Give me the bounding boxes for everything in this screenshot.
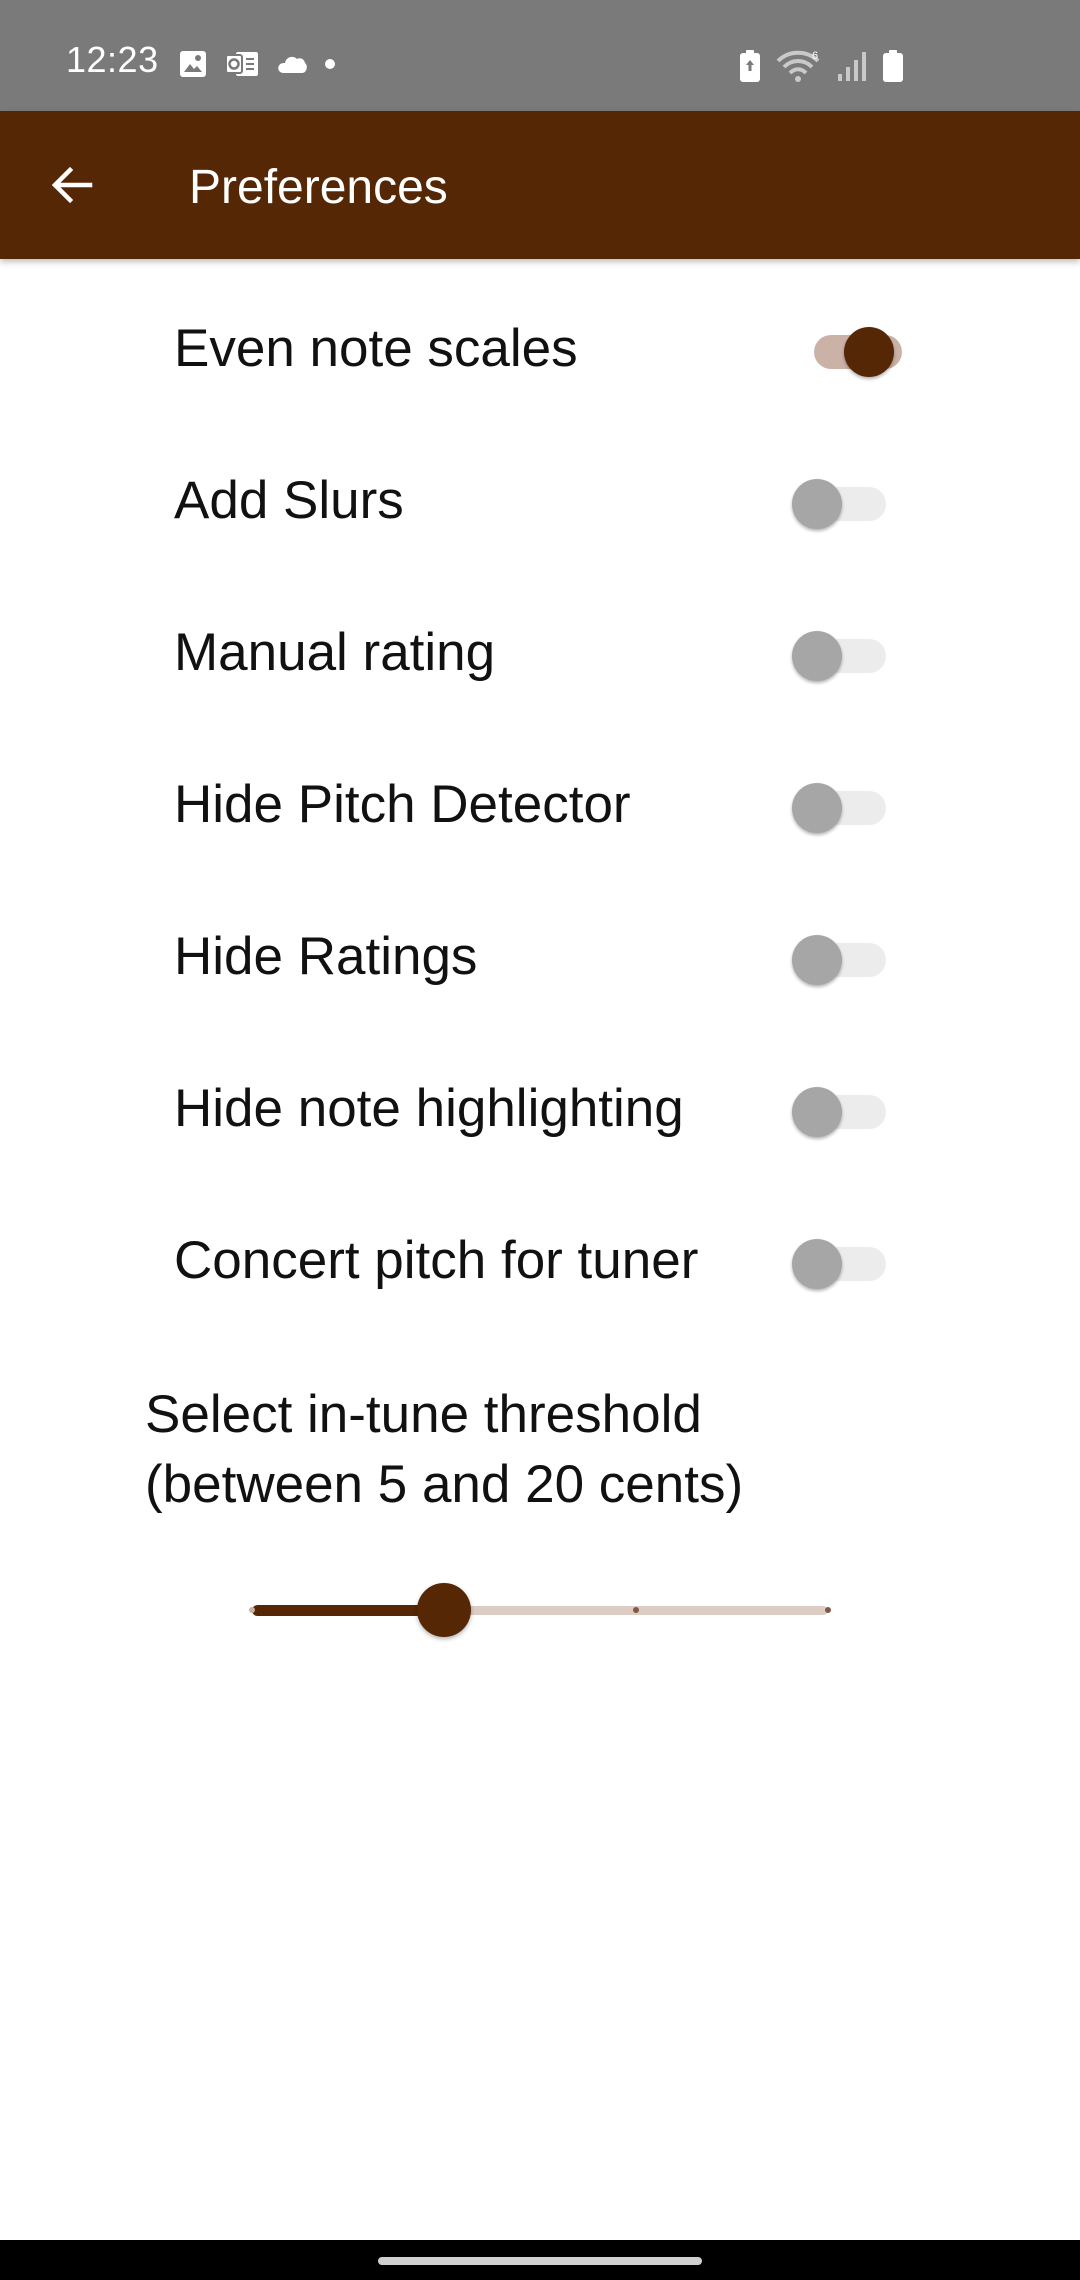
hide-ratings-switch[interactable] — [790, 927, 900, 987]
navigation-bar — [0, 2240, 1080, 2280]
svg-text:6: 6 — [812, 50, 818, 62]
slider-tick — [249, 1607, 255, 1613]
switch-thumb — [792, 1239, 842, 1289]
page-title: Preferences — [189, 161, 448, 214]
switch-thumb — [792, 1087, 842, 1137]
hide-pitch-detector-switch[interactable] — [790, 775, 900, 835]
status-bar: 12:23 6 — [0, 0, 1080, 111]
image-icon — [180, 51, 206, 77]
pref-row-add-slurs[interactable]: Add Slurs — [0, 426, 1080, 576]
pref-label: Manual rating — [174, 622, 496, 682]
dot-icon — [325, 59, 335, 69]
switch-thumb — [792, 479, 842, 529]
slider-fill — [252, 1605, 444, 1616]
status-time: 12:23 — [66, 39, 159, 80]
switch-thumb — [792, 783, 842, 833]
even-note-scales-switch[interactable] — [790, 319, 902, 379]
battery-saver-icon — [740, 50, 760, 82]
wifi-icon: 6 — [776, 50, 820, 82]
switch-thumb — [792, 935, 842, 985]
manual-rating-switch[interactable] — [790, 623, 900, 683]
pref-label: Concert pitch for tuner — [174, 1230, 699, 1290]
pref-row-manual-rating[interactable]: Manual rating — [0, 578, 1080, 728]
threshold-label: Select in-tune threshold (between 5 and … — [145, 1380, 1025, 1520]
app-bar: Preferences — [0, 111, 1080, 259]
slider-tick — [633, 1607, 639, 1613]
battery-icon — [883, 50, 903, 82]
pref-row-hide-ratings[interactable]: Hide Ratings — [0, 882, 1080, 1032]
switch-thumb — [792, 631, 842, 681]
status-notification-icons — [178, 49, 336, 79]
pref-row-concert-pitch-for-tuner[interactable]: Concert pitch for tuner — [0, 1186, 1080, 1336]
slider-thumb[interactable] — [417, 1583, 471, 1637]
threshold-slider[interactable] — [240, 1580, 840, 1640]
pref-label: Even note scales — [174, 318, 578, 378]
slider-tick — [825, 1607, 831, 1613]
cloud-icon — [278, 56, 307, 73]
threshold-label-line-2: (between 5 and 20 cents) — [145, 1455, 744, 1514]
concert-pitch-for-tuner-switch[interactable] — [790, 1231, 900, 1291]
hide-note-highlighting-switch[interactable] — [790, 1079, 900, 1139]
back-button[interactable] — [30, 147, 114, 223]
status-system-icons: 6 — [738, 49, 904, 83]
pref-row-hide-pitch-detector[interactable]: Hide Pitch Detector — [0, 730, 1080, 880]
arrow-back-icon — [51, 166, 93, 204]
pref-label: Hide note highlighting — [174, 1078, 684, 1138]
add-slurs-switch[interactable] — [790, 471, 900, 531]
pref-label: Hide Pitch Detector — [174, 774, 631, 834]
pref-label: Add Slurs — [174, 470, 404, 530]
pref-row-even-note-scales[interactable]: Even note scales — [0, 274, 1080, 424]
pref-row-hide-note-highlighting[interactable]: Hide note highlighting — [0, 1034, 1080, 1184]
outlook-icon — [225, 52, 258, 76]
switch-thumb — [844, 327, 894, 377]
home-handle[interactable] — [378, 2257, 702, 2265]
pref-label: Hide Ratings — [174, 926, 478, 986]
signal-icon — [838, 52, 866, 81]
threshold-label-line-1: Select in-tune threshold — [145, 1385, 702, 1444]
